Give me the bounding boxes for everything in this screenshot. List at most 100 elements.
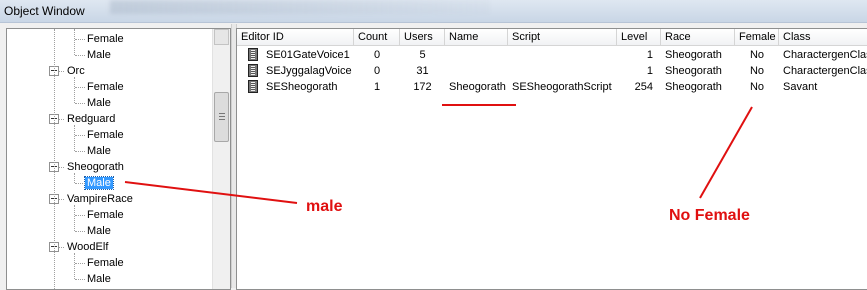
table-cell: CharactergenClass — [783, 65, 867, 77]
column-header[interactable]: Name — [445, 29, 508, 46]
table-cell: 172 — [413, 81, 432, 93]
tree-connector — [75, 231, 85, 232]
table-cell: No — [749, 49, 765, 61]
column-header[interactable]: Female — [735, 29, 779, 46]
tree-node-label: WoodElf — [67, 241, 109, 253]
tree-node-race[interactable]: Orc — [65, 63, 87, 79]
table-cell: Sheogorath — [665, 65, 722, 77]
table-cell — [445, 47, 508, 63]
tree-node-race[interactable]: WoodElf — [65, 239, 110, 255]
column-header[interactable]: Editor ID — [237, 29, 354, 46]
table-cell — [508, 63, 617, 79]
tree-node-gender[interactable]: Male — [85, 95, 113, 111]
column-header[interactable]: Class — [779, 29, 867, 46]
tree-node-label: Sheogorath — [67, 161, 124, 173]
tree-trunk-line — [54, 29, 55, 289]
tree-node-gender[interactable]: Male — [85, 143, 113, 159]
tree-node-label: Male — [87, 97, 111, 109]
tree-node-label: Male — [87, 145, 111, 157]
table-cell: CharactergenClass — [783, 49, 867, 61]
tree-node-label: Redguard — [67, 113, 116, 125]
table-cell: 31 — [416, 65, 429, 77]
table-cell: 1 — [646, 49, 653, 61]
tree-branch-line — [74, 205, 75, 231]
table-cell — [508, 47, 617, 63]
table-cell: Savant — [783, 81, 818, 93]
tree-node-gender[interactable]: Female — [85, 127, 126, 143]
tree-node-label: Male — [87, 273, 111, 285]
tree-connector — [75, 103, 85, 104]
table-cell: 5 — [419, 49, 426, 61]
table-cell: 254 — [634, 81, 653, 93]
tree-node-label: VampireRace — [67, 193, 133, 205]
tree-node-label: Male — [87, 49, 111, 61]
tree-connector — [75, 135, 85, 136]
column-header[interactable]: Users — [400, 29, 445, 46]
table-cell: Sheogorath — [665, 49, 722, 61]
column-header[interactable]: Race — [661, 29, 735, 46]
tree-connector — [75, 279, 85, 280]
column-header[interactable]: Script — [508, 29, 617, 46]
npc-icon — [248, 64, 258, 77]
tree-scrollbar[interactable] — [212, 29, 230, 289]
npc-icon — [248, 48, 258, 61]
npc-icon — [248, 80, 258, 93]
tree-branch-line — [74, 253, 75, 279]
object-list[interactable]: Editor ID Count Users Name Script Level Race Fe… — [236, 28, 867, 290]
tree-node-gender[interactable]: Male — [84, 175, 114, 191]
table-cell: SESheogorath — [266, 81, 338, 93]
window-title: Object Window — [4, 4, 85, 18]
table-cell — [445, 63, 508, 79]
table-cell: Sheogorath — [665, 81, 722, 93]
table-cell: No — [749, 81, 765, 93]
window-titlebar: Object Window — [0, 0, 867, 23]
scroll-up-button[interactable] — [214, 29, 229, 45]
tree-node-label: Female — [87, 257, 124, 269]
table-cell: 0 — [373, 65, 381, 77]
table-cell: 1 — [646, 65, 653, 77]
annotation-male-label: male — [306, 198, 343, 215]
tree-node-label: Female — [87, 129, 124, 141]
tree-node-label: Orc — [67, 65, 85, 77]
tree-branch-line — [74, 173, 75, 183]
tree-node-label: Female — [87, 33, 124, 45]
tree-branch-line — [74, 29, 75, 55]
table-cell: No — [749, 65, 765, 77]
grip-line — [219, 119, 225, 120]
column-header[interactable]: Level — [617, 29, 661, 46]
tree-node-gender[interactable]: Female — [85, 31, 126, 47]
annotation-no-female-label: No Female — [669, 207, 750, 224]
table-cell: Sheogorath — [449, 81, 506, 93]
tree-node-race[interactable]: VampireRace — [65, 191, 135, 207]
grip-line — [219, 116, 225, 117]
tree-node-label: Female — [87, 209, 124, 221]
tree-connector — [75, 87, 85, 88]
tree-branch-line — [74, 77, 75, 103]
category-tree[interactable]: Female Male Orc Female Male Redguard Female Mal… — [6, 28, 231, 290]
tree-node-label: Male — [87, 225, 111, 237]
tree-content: Female Male Orc Female Male Redguard Female Mal… — [7, 29, 212, 289]
tree-branch-line — [74, 125, 75, 151]
table-cell: 1 — [373, 81, 381, 93]
tree-node-race[interactable]: Redguard — [65, 111, 117, 127]
tree-connector — [75, 183, 85, 184]
scroll-thumb[interactable] — [214, 92, 229, 142]
tree-connector — [75, 55, 85, 56]
blurred-title-area — [110, 0, 490, 14]
tree-node-gender[interactable]: Female — [85, 255, 126, 271]
tree-node-gender[interactable]: Male — [85, 271, 113, 287]
tree-node-label: Male — [84, 176, 114, 190]
tree-node-gender[interactable]: Male — [85, 47, 113, 63]
table-cell: SESheogorathScript — [512, 81, 612, 93]
tree-node-gender[interactable]: Female — [85, 207, 126, 223]
tree-connector — [75, 151, 85, 152]
table-cell: SEJyggalagVoice — [266, 65, 352, 77]
table-cell: SE01GateVoice1 — [266, 49, 350, 61]
column-header[interactable]: Count — [354, 29, 400, 46]
tree-node-label: Female — [87, 81, 124, 93]
tree-node-gender[interactable]: Male — [85, 223, 113, 239]
grip-line — [219, 113, 225, 114]
tree-connector — [75, 39, 85, 40]
tree-connector — [75, 263, 85, 264]
tree-node-gender[interactable]: Female — [85, 79, 126, 95]
